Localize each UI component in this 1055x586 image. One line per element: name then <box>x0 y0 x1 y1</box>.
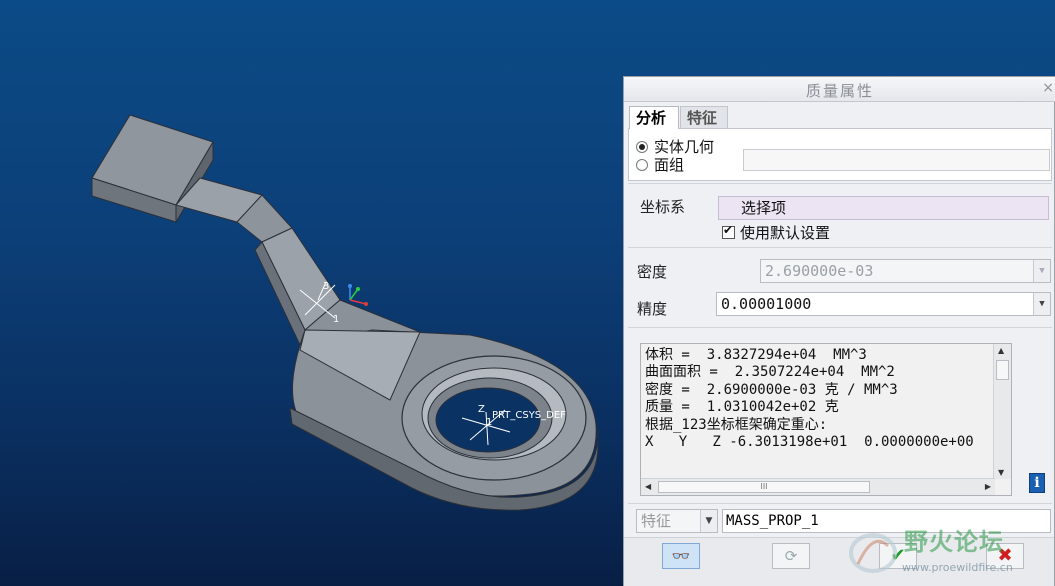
preview-button[interactable]: 👓 <box>662 543 700 569</box>
dialog-title: 质量属性 <box>805 82 874 100</box>
check-icon: ✔ <box>890 545 906 566</box>
scroll-left-icon[interactable]: ◀ <box>645 482 651 491</box>
csys-name-label: PRT_CSYS_DEF <box>492 410 566 421</box>
horizontal-scrollbar[interactable]: ◀ III ▶ <box>641 478 995 495</box>
quilt-selection-field[interactable] <box>743 149 1050 171</box>
view-triad <box>348 284 368 306</box>
results-textarea[interactable]: 体积 = 3.8327294e+04 MM^3 曲面面积 = 2.3507224e… <box>640 343 1012 496</box>
use-default-checkbox[interactable] <box>722 223 735 239</box>
csys-small-label-a: Z <box>478 404 485 415</box>
csys-label: 坐标系 <box>640 198 686 216</box>
result-line: X Y Z -6.3013198e+01 0.0000000e+00 <box>645 434 974 451</box>
result-line: 质量 = 1.0310042e+02 克 <box>645 399 839 416</box>
chevron-down-icon: ▼ <box>700 510 717 532</box>
result-line: 曲面面积 = 2.3507224e+04 MM^2 <box>645 364 895 381</box>
result-line: 根据_123坐标框架确定重心: <box>645 416 828 433</box>
radio-quilt[interactable]: 面组 <box>636 154 684 175</box>
chevron-down-icon: ▼ <box>1033 260 1050 282</box>
csys-axis-label-z: 3 <box>323 281 329 292</box>
mass-properties-dialog: 质量属性 × 分析 特征 实体几何 面组 坐标系 选择项 使用默认设置 密度 2… <box>623 76 1055 586</box>
scroll-up-icon[interactable]: ▲ <box>998 346 1004 355</box>
recalculate-button[interactable]: ⟳ <box>772 543 810 569</box>
result-line: 密度 = 2.6900000e-03 克 / MM^3 <box>645 381 898 398</box>
precision-field[interactable]: 0.00001000 ▼ <box>716 292 1051 316</box>
chevron-down-icon[interactable]: ▼ <box>1033 293 1050 315</box>
density-field: 2.690000e-03 ▼ <box>760 259 1051 283</box>
feature-name-input[interactable]: MASS_PROP_1 <box>722 509 1051 533</box>
feature-type-label: 特征 <box>641 512 672 530</box>
tab-analysis[interactable]: 分析 <box>629 106 679 129</box>
radio-button[interactable] <box>636 159 648 171</box>
cancel-button[interactable]: ✖ <box>986 543 1024 569</box>
dialog-titlebar[interactable]: 质量属性 × <box>624 77 1055 102</box>
refresh-icon: ⟳ <box>784 547 798 565</box>
density-label: 密度 <box>637 263 668 281</box>
close-icon: ✖ <box>997 545 1013 566</box>
use-default-checkbox-row[interactable]: 使用默认设置 <box>722 222 830 243</box>
tab-feature[interactable]: 特征 <box>680 106 728 129</box>
divider <box>628 503 1052 504</box>
precision-label: 精度 <box>637 300 668 318</box>
radio-button[interactable] <box>636 141 648 153</box>
results-text: 体积 = 3.8327294e+04 MM^3 曲面面积 = 2.3507224e… <box>645 347 995 475</box>
csys-axis-label-x: 1 <box>333 314 339 325</box>
scroll-right-icon[interactable]: ▶ <box>985 482 991 491</box>
close-button[interactable]: × <box>1042 80 1054 96</box>
dialog-button-bar: 👓 ⟳ ✔ ✖ <box>624 537 1054 586</box>
glasses-icon: 👓 <box>671 547 691 565</box>
result-line: 体积 = 3.8327294e+04 MM^3 <box>645 347 867 363</box>
divider <box>628 183 1052 184</box>
feature-type-select: 特征 ▼ <box>636 509 718 533</box>
csys-select-field[interactable]: 选择项 <box>718 196 1049 220</box>
vertical-scrollbar[interactable]: ▲ ▼ <box>993 344 1011 479</box>
scroll-thumb[interactable] <box>996 360 1009 380</box>
divider <box>628 247 1052 248</box>
info-icon[interactable]: i <box>1029 473 1045 493</box>
ok-button[interactable]: ✔ <box>879 543 917 569</box>
density-value: 2.690000e-03 <box>765 262 874 280</box>
precision-value: 0.00001000 <box>721 295 812 313</box>
part-model[interactable]: 3 1 Z 1 PRT_CSYS_DEF <box>0 0 620 586</box>
scroll-thumb[interactable]: III <box>658 481 870 493</box>
divider <box>628 327 1052 328</box>
scroll-down-icon[interactable]: ▼ <box>998 468 1004 477</box>
use-default-label: 使用默认设置 <box>740 224 831 242</box>
radio-label: 面组 <box>654 156 685 174</box>
